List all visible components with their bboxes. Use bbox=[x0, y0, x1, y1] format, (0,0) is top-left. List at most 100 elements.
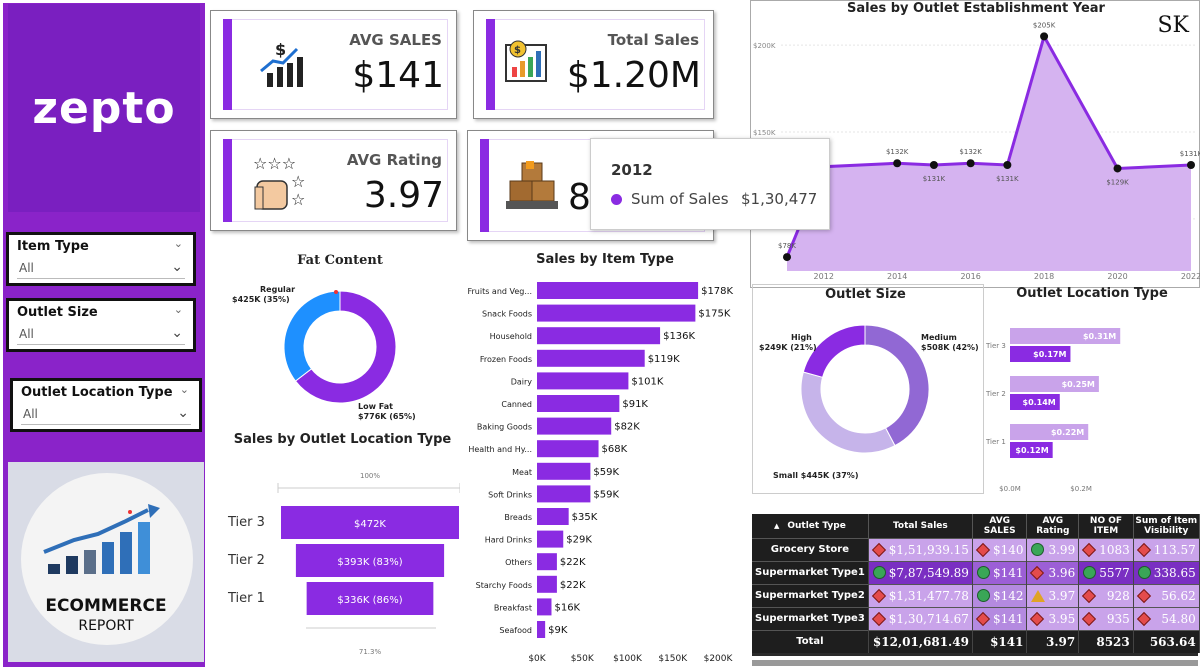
category-label: Others bbox=[505, 558, 532, 567]
col-header[interactable]: NO OF ITEM bbox=[1078, 514, 1134, 538]
table-cell: $141 bbox=[972, 606, 1028, 630]
data-label: $178K bbox=[701, 286, 733, 297]
table-row[interactable]: Supermarket Type3 $1,30,714.67 $141 3.95 935… bbox=[752, 606, 1200, 630]
bar bbox=[537, 575, 557, 593]
x-tick-label: $0.2M bbox=[1070, 485, 1092, 493]
data-label: $0.17M bbox=[1033, 350, 1066, 359]
data-label: $16K bbox=[554, 602, 580, 613]
category-label: Breakfast bbox=[494, 603, 532, 612]
slicer-item-type[interactable]: Item Type ⌄ All ⌄ bbox=[6, 232, 196, 286]
data-point bbox=[929, 160, 938, 169]
kpi-value: $141 bbox=[352, 55, 444, 96]
x-tick-label: $50K bbox=[571, 654, 595, 664]
col-header[interactable]: ▲ Outlet Type bbox=[752, 514, 869, 538]
chevron-down-icon[interactable]: ⌄ bbox=[177, 405, 189, 421]
cell-value: 3.96 bbox=[1048, 565, 1076, 580]
category-label: Dairy bbox=[511, 377, 533, 386]
data-label: $68K bbox=[602, 444, 628, 455]
red-diamond-icon bbox=[1082, 542, 1097, 557]
data-point bbox=[1113, 164, 1122, 173]
donut-slice bbox=[283, 290, 341, 382]
bar bbox=[537, 462, 591, 480]
slice-label: Small $445K (37%) bbox=[773, 471, 858, 480]
chevron-down-icon[interactable]: ⌄ bbox=[171, 325, 183, 341]
chevron-down-icon[interactable]: ⌄ bbox=[174, 303, 183, 316]
table-cell: $7,87,549.89 bbox=[868, 560, 973, 584]
table-cell: $1,51,939.15 bbox=[868, 537, 973, 561]
fat-content-chart: Fat Content Regular $425K (35%) Low Fat $77… bbox=[210, 250, 460, 430]
table-cell: 113.57 bbox=[1133, 537, 1200, 561]
cell-value: 3.99 bbox=[1048, 542, 1076, 557]
table-cell: 928 bbox=[1078, 583, 1134, 607]
cell-value: $141 bbox=[992, 611, 1024, 626]
col-header[interactable]: AVG SALES bbox=[972, 514, 1028, 538]
data-label: $132K bbox=[959, 148, 982, 156]
bar bbox=[537, 440, 599, 458]
svg-text:$: $ bbox=[514, 45, 521, 56]
table-cell: $140 bbox=[972, 537, 1028, 561]
slicer-dropdown[interactable]: All ⌄ bbox=[21, 405, 191, 425]
zepto-logo: zepto bbox=[32, 82, 176, 134]
fat-donut-svg: Regular$425K (35%) Low Fat$776K (65%) bbox=[232, 285, 416, 421]
table-cell: 3.97 bbox=[1026, 583, 1080, 607]
table-row[interactable]: Supermarket Type1 $7,87,549.89 $141 3.96 557… bbox=[752, 560, 1200, 584]
slicer-outlet-size[interactable]: Outlet Size ⌄ All ⌄ bbox=[6, 298, 196, 352]
x-tick-label: $150K bbox=[658, 654, 688, 664]
table-row[interactable]: Grocery Store $1,51,939.15 $140 3.99 1083 113… bbox=[752, 537, 1200, 561]
outlet-size-chart: Outlet Size Medium $508K (42%) High $249K (… bbox=[752, 284, 984, 494]
chevron-down-icon[interactable]: ⌄ bbox=[171, 259, 183, 275]
table-cell: 3.99 bbox=[1026, 537, 1080, 561]
green-circle-icon bbox=[976, 566, 990, 579]
outlet-table: ▲ Outlet Type Total Sales AVG SALES AVG R… bbox=[752, 514, 1200, 653]
table-cell: 56.62 bbox=[1133, 583, 1200, 607]
chevron-down-icon[interactable]: ⌄ bbox=[180, 383, 189, 396]
total-cell: 8523 bbox=[1078, 629, 1134, 653]
slicer-value: All bbox=[19, 261, 34, 275]
table-row[interactable]: Supermarket Type2 $1,31,477.78 $142 3.97 928… bbox=[752, 583, 1200, 607]
x-tick-label: $100K bbox=[613, 654, 643, 664]
sales-by-location-funnel: Sales by Outlet Location Type 100% Tier 3… bbox=[210, 428, 460, 668]
bar bbox=[537, 327, 661, 345]
data-label: $131K bbox=[923, 175, 946, 183]
table-cell: 1083 bbox=[1078, 537, 1134, 561]
col-header[interactable]: AVG Rating bbox=[1026, 514, 1080, 538]
red-diamond-icon bbox=[975, 542, 991, 557]
category-label: Health and Hy... bbox=[468, 445, 532, 454]
col-header[interactable]: Total Sales bbox=[868, 514, 973, 538]
red-diamond-icon bbox=[871, 611, 886, 626]
chart-tooltip: 2012 Sum of Sales $1,30,477 bbox=[590, 138, 830, 230]
bar bbox=[537, 282, 699, 299]
slicer-dropdown[interactable]: All ⌄ bbox=[17, 325, 185, 345]
slicer-outlet-location-type[interactable]: Outlet Location Type ⌄ All ⌄ bbox=[10, 378, 202, 432]
data-label: $0.14M bbox=[1023, 398, 1056, 407]
data-label: $119K bbox=[648, 354, 680, 365]
table-total-row: Total $12,01,681.49 $141 3.97 8523 563.64 bbox=[752, 629, 1200, 653]
category-label: Canned bbox=[501, 400, 532, 409]
kpi-value: 3.97 bbox=[363, 175, 444, 216]
slicer-dropdown[interactable]: All ⌄ bbox=[17, 259, 185, 279]
data-label: $35K bbox=[572, 512, 598, 523]
table-scrollbar[interactable] bbox=[752, 660, 1198, 666]
col-header-label: Outlet Type bbox=[787, 520, 846, 531]
funnel-top-pct: 100% bbox=[360, 472, 380, 480]
slice-label: $508K (42%) bbox=[921, 343, 979, 352]
location-bar-svg: Tier 3 $0.31M $0.17M Tier 2 $0.25M $0.14M Tier… bbox=[985, 328, 1121, 493]
slicer-title: Outlet Size bbox=[17, 305, 98, 320]
boxes-icon bbox=[506, 161, 558, 209]
x-tick-label: $0K bbox=[528, 654, 546, 664]
slicer-value: All bbox=[19, 327, 34, 341]
growth-chart-icon bbox=[43, 504, 160, 574]
marker-dot bbox=[334, 290, 338, 294]
card-accent-bar bbox=[223, 19, 232, 110]
total-cell: 563.64 bbox=[1133, 629, 1200, 653]
col-header[interactable]: Sum of Item Visibility bbox=[1133, 514, 1200, 538]
table-header-row: ▲ Outlet Type Total Sales AVG SALES AVG R… bbox=[752, 514, 1200, 538]
category-label: Snack Foods bbox=[482, 310, 532, 319]
chevron-down-icon[interactable]: ⌄ bbox=[174, 237, 183, 250]
svg-text:☆☆☆: ☆☆☆ bbox=[253, 154, 296, 173]
cell-value: $1,51,939.15 bbox=[888, 542, 969, 557]
sort-icon[interactable]: ▲ bbox=[774, 522, 779, 530]
kpi-value: $1.20M bbox=[566, 55, 701, 96]
data-label: $0.31M bbox=[1083, 332, 1116, 341]
data-label: $472K bbox=[354, 519, 386, 530]
